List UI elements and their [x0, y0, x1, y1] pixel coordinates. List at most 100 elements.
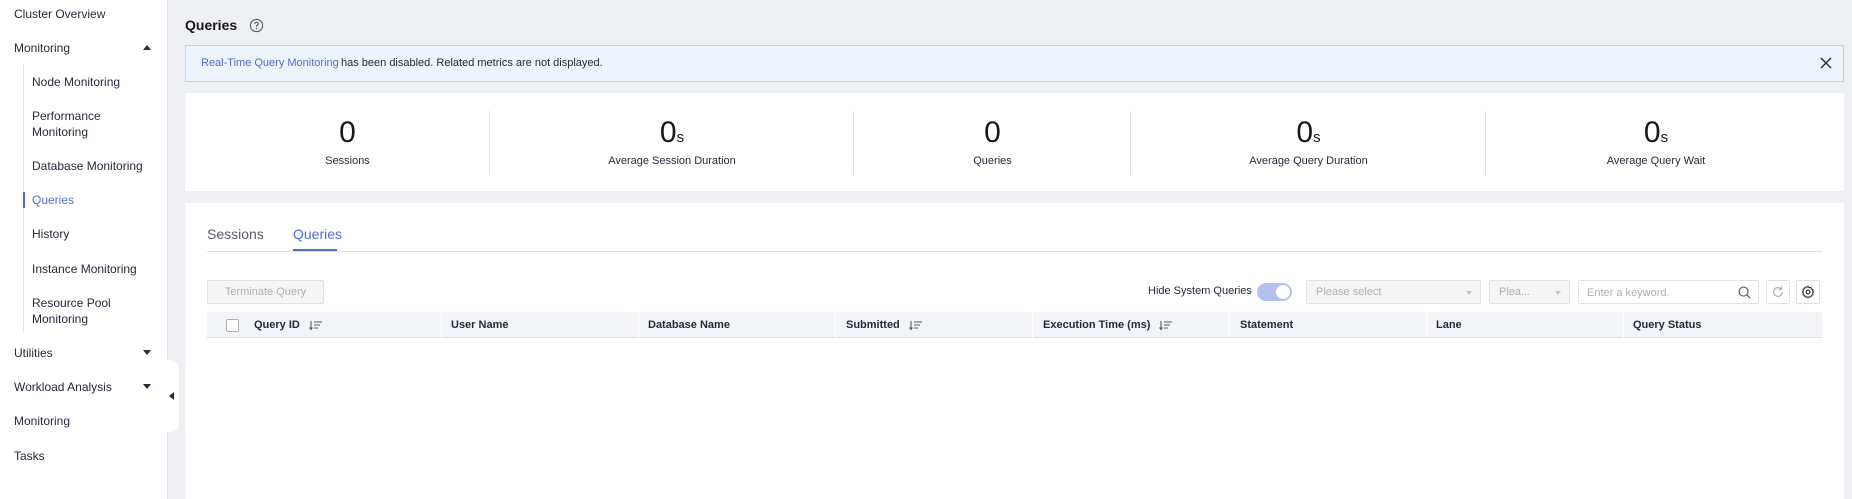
toggle-knob	[1276, 285, 1290, 299]
terminate-query-button[interactable]: Terminate Query	[207, 280, 324, 304]
sidebar-item-label: Performance Monitoring	[32, 109, 101, 139]
page-title: Queries	[185, 17, 238, 33]
sidebar-item-monitoring-2[interactable]: Monitoring	[0, 413, 167, 429]
sidebar-item-label: Cluster Overview	[14, 7, 106, 21]
sidebar-item-database-monitoring[interactable]: Database Monitoring	[0, 158, 160, 174]
stat-value: 0	[659, 116, 677, 149]
stat-avg-query-wait: 0s Average Query Wait	[1486, 93, 1826, 191]
column-separator	[1229, 312, 1230, 338]
column-header-lane[interactable]: Lane	[1436, 312, 1462, 338]
sidebar-item-label: Resource Pool Monitoring	[32, 296, 111, 326]
select-placeholder: Plea...	[1499, 286, 1531, 298]
filter-select-2[interactable]: Plea...	[1489, 280, 1570, 304]
chevron-down-icon	[143, 350, 151, 355]
stat-sessions: 0 Sessions	[185, 93, 510, 191]
chevron-down-icon	[143, 384, 151, 389]
refresh-button[interactable]	[1766, 280, 1790, 304]
stat-avg-query-duration: 0s Average Query Duration	[1131, 93, 1486, 191]
column-header-query-id[interactable]: Query ID	[254, 312, 322, 338]
hide-system-queries-toggle[interactable]	[1257, 283, 1292, 301]
stat-label: Average Session Duration	[608, 155, 736, 167]
column-separator	[1032, 312, 1033, 338]
select-all-checkbox[interactable]	[226, 319, 239, 332]
tab-sessions[interactable]: Sessions	[207, 226, 264, 242]
chevron-up-icon	[143, 45, 151, 50]
column-header-query-status[interactable]: Query Status	[1633, 312, 1701, 338]
stat-label: Average Query Duration	[1249, 155, 1368, 167]
close-icon[interactable]	[1819, 56, 1833, 70]
stat-value: 0	[1296, 116, 1314, 149]
stat-value: 0	[1643, 116, 1661, 149]
filter-select[interactable]: Please select	[1306, 280, 1481, 304]
stat-unit: s	[676, 129, 685, 146]
tab-queries[interactable]: Queries	[293, 226, 342, 242]
sidebar-item-workload-analysis[interactable]: Workload Analysis	[0, 379, 167, 395]
search-icon[interactable]	[1737, 285, 1752, 300]
sidebar-item-label: Monitoring	[14, 414, 71, 428]
stat-avg-session-duration: 0s Average Session Duration	[490, 93, 854, 191]
sort-icon[interactable]	[1159, 320, 1173, 331]
gear-icon	[1801, 285, 1815, 299]
help-icon[interactable]	[249, 18, 264, 33]
info-banner: Real-Time Query Monitoring has been disa…	[185, 45, 1844, 82]
sidebar: Cluster Overview Monitoring Node Monitor…	[0, 0, 168, 499]
search-box[interactable]	[1578, 280, 1759, 304]
select-placeholder: Please select	[1316, 286, 1382, 298]
table-header: Query ID User Name Database Name Submitt…	[207, 312, 1822, 338]
column-label: Query ID	[254, 319, 300, 331]
column-separator	[1623, 312, 1624, 338]
sort-icon[interactable]	[908, 320, 922, 331]
stat-unit: s	[1313, 129, 1321, 146]
sidebar-item-label: Utilities	[14, 346, 53, 360]
column-separator	[835, 312, 836, 338]
tab-divider	[207, 251, 1822, 252]
column-header-execution-time[interactable]: Execution Time (ms)	[1043, 312, 1173, 338]
sidebar-item-label: History	[32, 227, 70, 241]
banner-message: has been disabled. Related metrics are n…	[341, 57, 603, 69]
column-label: Submitted	[846, 319, 900, 331]
column-header-user-name[interactable]: User Name	[451, 312, 508, 338]
settings-button[interactable]	[1796, 280, 1820, 304]
column-separator	[441, 312, 442, 338]
chevron-down-icon	[1466, 291, 1472, 295]
sidebar-item-label: Node Monitoring	[32, 75, 121, 89]
sidebar-item-cluster-overview[interactable]: Cluster Overview	[0, 6, 167, 22]
sidebar-item-label: Monitoring	[14, 41, 71, 55]
sidebar-item-label: Tasks	[14, 449, 45, 463]
sidebar-item-queries[interactable]: Queries	[0, 192, 160, 208]
search-input[interactable]	[1587, 285, 1727, 300]
sidebar-item-node-monitoring[interactable]: Node Monitoring	[0, 74, 160, 90]
stat-queries: 0 Queries	[854, 93, 1131, 191]
realtime-monitoring-link[interactable]: Real-Time Query Monitoring	[201, 57, 339, 69]
column-separator	[1426, 312, 1427, 338]
column-separator	[638, 312, 639, 338]
column-header-submitted[interactable]: Submitted	[846, 312, 922, 338]
stat-value: 0	[984, 116, 1001, 149]
queries-panel: Sessions Queries Terminate Query Hide Sy…	[185, 203, 1844, 499]
sidebar-item-monitoring[interactable]: Monitoring	[0, 40, 167, 56]
stats-card: 0 Sessions 0s Average Session Duration 0…	[185, 93, 1844, 191]
chevron-down-icon	[1555, 291, 1561, 295]
hide-system-queries-label: Hide System Queries	[1148, 285, 1252, 297]
stat-label: Average Query Wait	[1606, 155, 1706, 167]
active-tab-indicator	[293, 249, 337, 251]
sidebar-item-resource-pool-monitoring[interactable]: Resource Pool Monitoring	[0, 295, 160, 327]
sort-icon[interactable]	[308, 320, 322, 331]
sidebar-item-label: Queries	[32, 193, 75, 207]
sidebar-item-tasks[interactable]: Tasks	[0, 448, 167, 464]
sidebar-item-label: Workload Analysis	[14, 380, 112, 394]
sidebar-item-history[interactable]: History	[0, 226, 160, 242]
sidebar-item-label: Instance Monitoring	[32, 262, 137, 276]
stat-label: Sessions	[325, 155, 370, 167]
sidebar-item-label: Database Monitoring	[32, 159, 143, 173]
sidebar-item-instance-monitoring[interactable]: Instance Monitoring	[0, 261, 160, 277]
sidebar-item-utilities[interactable]: Utilities	[0, 345, 167, 361]
refresh-icon	[1773, 286, 1783, 297]
column-label: Execution Time (ms)	[1043, 319, 1151, 331]
column-header-statement[interactable]: Statement	[1240, 312, 1293, 338]
sidebar-collapse-button[interactable]	[165, 360, 179, 432]
column-header-database-name[interactable]: Database Name	[648, 312, 730, 338]
stat-value: 0	[339, 116, 356, 149]
sidebar-item-performance-monitoring[interactable]: Performance Monitoring	[0, 108, 160, 140]
stat-unit: s	[1660, 129, 1669, 146]
